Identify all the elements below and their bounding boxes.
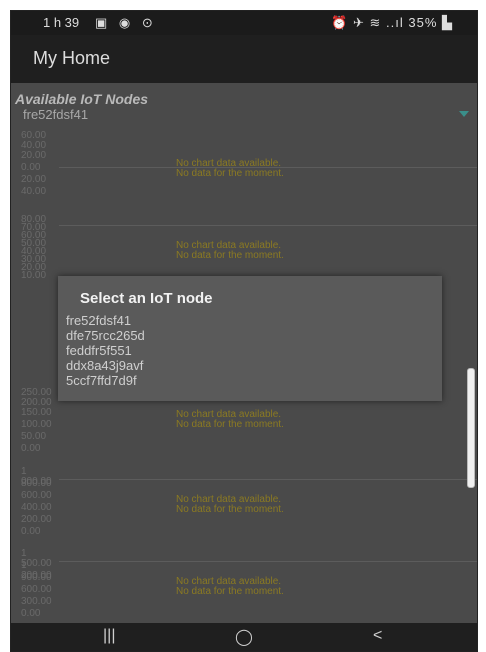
- chart-tick: 20.00: [21, 174, 47, 185]
- no-data-message: No data for the moment.: [176, 504, 284, 515]
- node-option[interactable]: 5ccf7ffd7d9f: [66, 373, 145, 388]
- back-icon[interactable]: <: [373, 627, 382, 645]
- chart-tick: 200.00: [21, 514, 52, 525]
- status-time: 1 h 39: [43, 15, 80, 30]
- chart-tick: 150.00: [21, 407, 52, 418]
- chart-tick: 400.00: [21, 502, 52, 513]
- node-selector-label: Available IoT Nodes: [15, 91, 149, 107]
- chart-tick: 800.00: [21, 478, 52, 489]
- node-option[interactable]: dfe75rcc265d: [66, 328, 145, 343]
- chart-axis-line: [59, 479, 477, 480]
- app-bar: My Home: [11, 35, 477, 83]
- battery-indicator: 35% ▙: [408, 15, 453, 30]
- chart-tick: 0.00: [21, 608, 41, 619]
- chart-tick: 0.00: [21, 443, 41, 454]
- no-data-message: No data for the moment.: [176, 250, 284, 261]
- chart-tick: 100.00: [21, 419, 52, 430]
- node-spinner-value[interactable]: fre52fdsf41: [23, 107, 88, 122]
- chart-5: 1 500.00 1 200.00 900.00 600.00 300.00 0…: [11, 545, 477, 625]
- chart-tick: 20.00: [21, 150, 47, 161]
- no-data-message: No data for the moment.: [176, 586, 284, 597]
- home-icon[interactable]: ◯: [235, 627, 253, 647]
- dropdown-arrow-icon[interactable]: [459, 111, 469, 117]
- dialog-title: Select an IoT node: [80, 290, 213, 307]
- app-title: My Home: [33, 48, 111, 68]
- phone-screen: 1 h 39 ▣ ◉ ⊙ ⏰ ✈ ≋ ..ıl 35% ▙ My Home Av…: [10, 10, 478, 652]
- no-data-message: No data for the moment.: [176, 168, 284, 179]
- chart-tick: 600.00: [21, 584, 52, 595]
- chart-4: 1 000.00 800.00 600.00 400.00 200.00 0.0…: [11, 463, 477, 543]
- notification-icons: ▣ ◉ ⊙: [95, 15, 157, 30]
- chart-tick: 300.00: [21, 596, 52, 607]
- chart-axis-line: [59, 561, 477, 562]
- chart-tick: 600.00: [21, 490, 52, 501]
- chart-tick: 900.00: [21, 572, 52, 583]
- chart-tick: 0.00: [21, 162, 41, 173]
- scrollbar[interactable]: [467, 368, 475, 488]
- select-node-dialog: Select an IoT node fre52fdsf41 dfe75rcc2…: [58, 276, 442, 401]
- chart-axis-line: [59, 225, 477, 226]
- chart-tick: 0.00: [21, 526, 41, 537]
- system-status-icons: ⏰ ✈ ≋ ..ıl 35% ▙: [331, 15, 453, 31]
- node-option[interactable]: ddx8a43j9avf: [66, 358, 145, 373]
- node-option[interactable]: feddfr5f551: [66, 343, 145, 358]
- recents-icon[interactable]: |||: [103, 627, 115, 645]
- chart-tick: 40.00: [21, 186, 47, 197]
- node-option[interactable]: fre52fdsf41: [66, 313, 145, 328]
- no-data-message: No data for the moment.: [176, 419, 284, 430]
- navigation-bar: ||| ◯ <: [11, 623, 477, 651]
- chart-1: 60.00 40.00 20.00 0.00 20.00 40.00 No ch…: [11, 131, 477, 211]
- signal-icons: ⏰ ✈ ≋ ..ıl: [331, 15, 404, 30]
- node-options-list: fre52fdsf41 dfe75rcc265d feddfr5f551 ddx…: [66, 313, 145, 388]
- chart-tick: 50.00: [21, 431, 47, 442]
- chart-tick: 10.00: [21, 270, 47, 281]
- status-bar: 1 h 39 ▣ ◉ ⊙ ⏰ ✈ ≋ ..ıl 35% ▙: [11, 11, 477, 35]
